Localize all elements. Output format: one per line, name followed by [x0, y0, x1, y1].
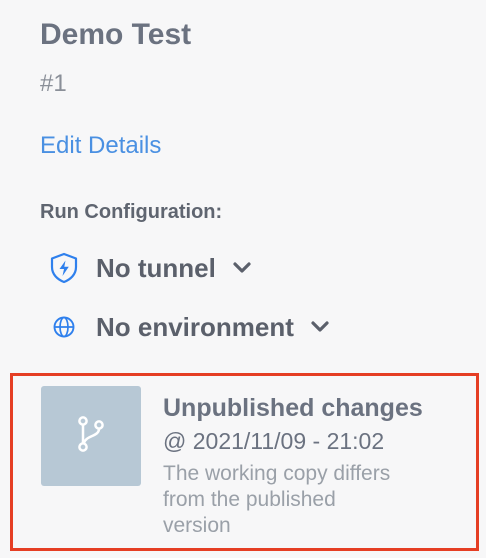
globe-icon: [46, 309, 82, 345]
chevron-down-icon: [232, 261, 252, 275]
chevron-down-icon: [310, 320, 330, 334]
tunnel-selector[interactable]: No tunnel: [46, 250, 252, 286]
test-number: #1: [40, 70, 67, 97]
test-title: Demo Test: [40, 18, 192, 51]
test-details-panel: Demo Test #1 Edit Details Run Configurat…: [0, 0, 486, 558]
git-branch-icon: [74, 414, 108, 459]
shield-bolt-icon: [46, 250, 82, 286]
unpublished-changes-card[interactable]: Unpublished changes @ 2021/11/09 - 21:02…: [10, 373, 479, 551]
tunnel-value: No tunnel: [96, 252, 216, 283]
environment-value: No environment: [96, 311, 294, 342]
run-configuration-label: Run Configuration:: [40, 201, 223, 223]
edit-details-link[interactable]: Edit Details: [40, 132, 161, 160]
changes-timestamp: @ 2021/11/09 - 21:02: [163, 428, 385, 454]
changes-title: Unpublished changes: [163, 394, 423, 422]
changes-thumbnail: [41, 386, 141, 486]
changes-description: The working copy differs from the publis…: [163, 462, 391, 537]
environment-selector[interactable]: No environment: [46, 309, 330, 345]
